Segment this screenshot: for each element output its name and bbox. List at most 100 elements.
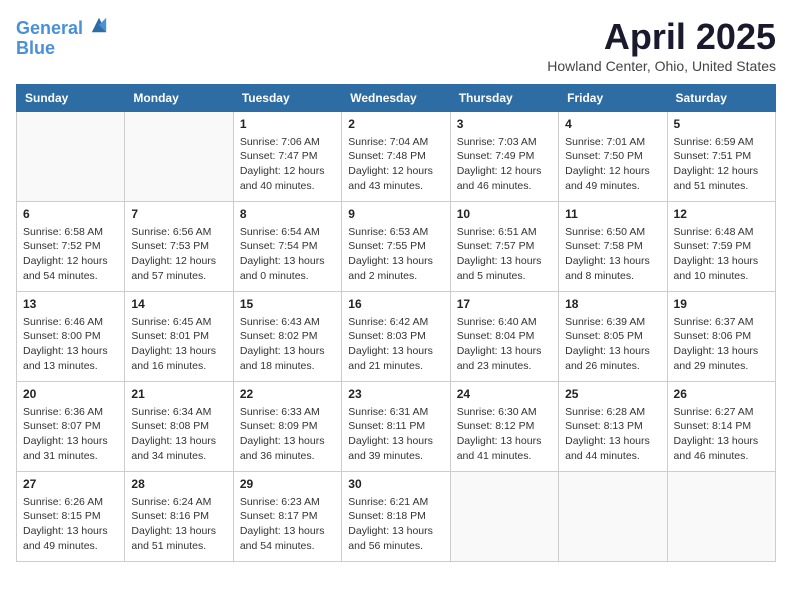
week-row-4: 20 Sunrise: 6:36 AM Sunset: 8:07 PM Dayli… (17, 382, 776, 472)
calendar-cell: 20 Sunrise: 6:36 AM Sunset: 8:07 PM Dayli… (17, 382, 125, 472)
day-detail: Sunrise: 6:34 AM Sunset: 8:08 PM Dayligh… (131, 405, 226, 464)
day-number: 29 (240, 476, 335, 493)
day-number: 26 (674, 386, 769, 403)
day-number: 27 (23, 476, 118, 493)
day-detail: Sunrise: 6:54 AM Sunset: 7:54 PM Dayligh… (240, 225, 335, 284)
day-detail: Sunrise: 7:01 AM Sunset: 7:50 PM Dayligh… (565, 135, 660, 194)
day-number: 19 (674, 296, 769, 313)
day-number: 18 (565, 296, 660, 313)
day-detail: Sunrise: 6:31 AM Sunset: 8:11 PM Dayligh… (348, 405, 443, 464)
month-title: April 2025 (547, 16, 776, 58)
page-header: General Blue April 2025 Howland Center, … (16, 16, 776, 74)
calendar-cell: 23Sunrise: 6:31 AM Sunset: 8:11 PM Dayli… (342, 382, 450, 472)
day-number: 11 (565, 206, 660, 223)
calendar-cell: 11 Sunrise: 6:50 AM Sunset: 7:58 PM Dayli… (559, 202, 667, 292)
calendar-cell: 21 Sunrise: 6:34 AM Sunset: 8:08 PM Dayli… (125, 382, 233, 472)
logo-text: General (16, 16, 108, 39)
day-number: 13 (23, 296, 118, 313)
day-detail: Sunrise: 6:26 AM Sunset: 8:15 PM Dayligh… (23, 495, 118, 554)
day-detail: Sunrise: 6:45 AM Sunset: 8:01 PM Dayligh… (131, 315, 226, 374)
day-number: 16 (348, 296, 443, 313)
day-number: 2 (348, 116, 443, 133)
day-detail: Sunrise: 6:28 AM Sunset: 8:13 PM Dayligh… (565, 405, 660, 464)
calendar-cell (667, 472, 775, 562)
day-detail: Sunrise: 6:27 AM Sunset: 8:14 PM Dayligh… (674, 405, 769, 464)
calendar-cell: 14 Sunrise: 6:45 AM Sunset: 8:01 PM Dayli… (125, 292, 233, 382)
day-number: 12 (674, 206, 769, 223)
logo: General Blue (16, 16, 108, 59)
calendar-cell (450, 472, 558, 562)
day-detail: Sunrise: 7:03 AM Sunset: 7:49 PM Dayligh… (457, 135, 552, 194)
day-detail: Sunrise: 6:23 AM Sunset: 8:17 PM Dayligh… (240, 495, 335, 554)
calendar-cell: 17 Sunrise: 6:40 AM Sunset: 8:04 PM Dayli… (450, 292, 558, 382)
day-detail: Sunrise: 7:04 AM Sunset: 7:48 PM Dayligh… (348, 135, 443, 194)
day-detail: Sunrise: 6:43 AM Sunset: 8:02 PM Dayligh… (240, 315, 335, 374)
day-detail: Sunrise: 6:58 AM Sunset: 7:52 PM Dayligh… (23, 225, 118, 284)
calendar-cell: 3Sunrise: 7:03 AM Sunset: 7:49 PM Daylig… (450, 112, 558, 202)
calendar-cell: 12 Sunrise: 6:48 AM Sunset: 7:59 PM Dayli… (667, 202, 775, 292)
day-detail: Sunrise: 6:33 AM Sunset: 8:09 PM Dayligh… (240, 405, 335, 464)
day-number: 30 (348, 476, 443, 493)
day-detail: Sunrise: 6:39 AM Sunset: 8:05 PM Dayligh… (565, 315, 660, 374)
day-detail: Sunrise: 6:24 AM Sunset: 8:16 PM Dayligh… (131, 495, 226, 554)
calendar-table: SundayMondayTuesdayWednesdayThursdayFrid… (16, 84, 776, 562)
calendar-cell: 8 Sunrise: 6:54 AM Sunset: 7:54 PM Daylig… (233, 202, 341, 292)
day-number: 10 (457, 206, 552, 223)
week-row-1: 1Sunrise: 7:06 AM Sunset: 7:47 PM Daylig… (17, 112, 776, 202)
calendar-cell: 26 Sunrise: 6:27 AM Sunset: 8:14 PM Dayli… (667, 382, 775, 472)
location: Howland Center, Ohio, United States (547, 58, 776, 74)
day-number: 14 (131, 296, 226, 313)
day-number: 17 (457, 296, 552, 313)
calendar-cell: 24Sunrise: 6:30 AM Sunset: 8:12 PM Dayli… (450, 382, 558, 472)
day-number: 20 (23, 386, 118, 403)
day-detail: Sunrise: 6:37 AM Sunset: 8:06 PM Dayligh… (674, 315, 769, 374)
calendar-cell: 28 Sunrise: 6:24 AM Sunset: 8:16 PM Dayli… (125, 472, 233, 562)
day-number: 6 (23, 206, 118, 223)
calendar-cell (559, 472, 667, 562)
day-number: 21 (131, 386, 226, 403)
day-number: 1 (240, 116, 335, 133)
logo-icon (90, 16, 108, 34)
calendar-cell (125, 112, 233, 202)
day-detail: Sunrise: 6:50 AM Sunset: 7:58 PM Dayligh… (565, 225, 660, 284)
day-number: 8 (240, 206, 335, 223)
calendar-cell: 29 Sunrise: 6:23 AM Sunset: 8:17 PM Dayli… (233, 472, 341, 562)
day-header-tuesday: Tuesday (233, 85, 341, 112)
day-header-thursday: Thursday (450, 85, 558, 112)
day-detail: Sunrise: 6:53 AM Sunset: 7:55 PM Dayligh… (348, 225, 443, 284)
calendar-cell: 7Sunrise: 6:56 AM Sunset: 7:53 PM Daylig… (125, 202, 233, 292)
day-number: 9 (348, 206, 443, 223)
calendar-cell: 18 Sunrise: 6:39 AM Sunset: 8:05 PM Dayli… (559, 292, 667, 382)
calendar-cell: 25 Sunrise: 6:28 AM Sunset: 8:13 PM Dayli… (559, 382, 667, 472)
day-number: 24 (457, 386, 552, 403)
calendar-cell: 15 Sunrise: 6:43 AM Sunset: 8:02 PM Dayli… (233, 292, 341, 382)
calendar-cell: 4 Sunrise: 7:01 AM Sunset: 7:50 PM Daylig… (559, 112, 667, 202)
calendar-cell: 10 Sunrise: 6:51 AM Sunset: 7:57 PM Dayli… (450, 202, 558, 292)
calendar-cell: 19 Sunrise: 6:37 AM Sunset: 8:06 PM Dayli… (667, 292, 775, 382)
logo-text-blue: Blue (16, 39, 108, 59)
day-number: 28 (131, 476, 226, 493)
day-detail: Sunrise: 6:40 AM Sunset: 8:04 PM Dayligh… (457, 315, 552, 374)
calendar-cell: 27 Sunrise: 6:26 AM Sunset: 8:15 PM Dayli… (17, 472, 125, 562)
day-detail: Sunrise: 6:21 AM Sunset: 8:18 PM Dayligh… (348, 495, 443, 554)
calendar-cell: 1Sunrise: 7:06 AM Sunset: 7:47 PM Daylig… (233, 112, 341, 202)
day-detail: Sunrise: 6:51 AM Sunset: 7:57 PM Dayligh… (457, 225, 552, 284)
week-row-5: 27 Sunrise: 6:26 AM Sunset: 8:15 PM Dayli… (17, 472, 776, 562)
day-number: 4 (565, 116, 660, 133)
day-header-sunday: Sunday (17, 85, 125, 112)
day-detail: Sunrise: 6:59 AM Sunset: 7:51 PM Dayligh… (674, 135, 769, 194)
day-header-friday: Friday (559, 85, 667, 112)
day-detail: Sunrise: 6:46 AM Sunset: 8:00 PM Dayligh… (23, 315, 118, 374)
calendar-cell: 2 Sunrise: 7:04 AM Sunset: 7:48 PM Daylig… (342, 112, 450, 202)
day-number: 25 (565, 386, 660, 403)
calendar-cell: 9 Sunrise: 6:53 AM Sunset: 7:55 PM Daylig… (342, 202, 450, 292)
day-header-wednesday: Wednesday (342, 85, 450, 112)
day-detail: Sunrise: 6:42 AM Sunset: 8:03 PM Dayligh… (348, 315, 443, 374)
day-number: 15 (240, 296, 335, 313)
calendar-cell: 22Sunrise: 6:33 AM Sunset: 8:09 PM Dayli… (233, 382, 341, 472)
day-detail: Sunrise: 6:48 AM Sunset: 7:59 PM Dayligh… (674, 225, 769, 284)
day-detail: Sunrise: 6:36 AM Sunset: 8:07 PM Dayligh… (23, 405, 118, 464)
week-row-2: 6 Sunrise: 6:58 AM Sunset: 7:52 PM Daylig… (17, 202, 776, 292)
calendar-header-row: SundayMondayTuesdayWednesdayThursdayFrid… (17, 85, 776, 112)
day-number: 7 (131, 206, 226, 223)
